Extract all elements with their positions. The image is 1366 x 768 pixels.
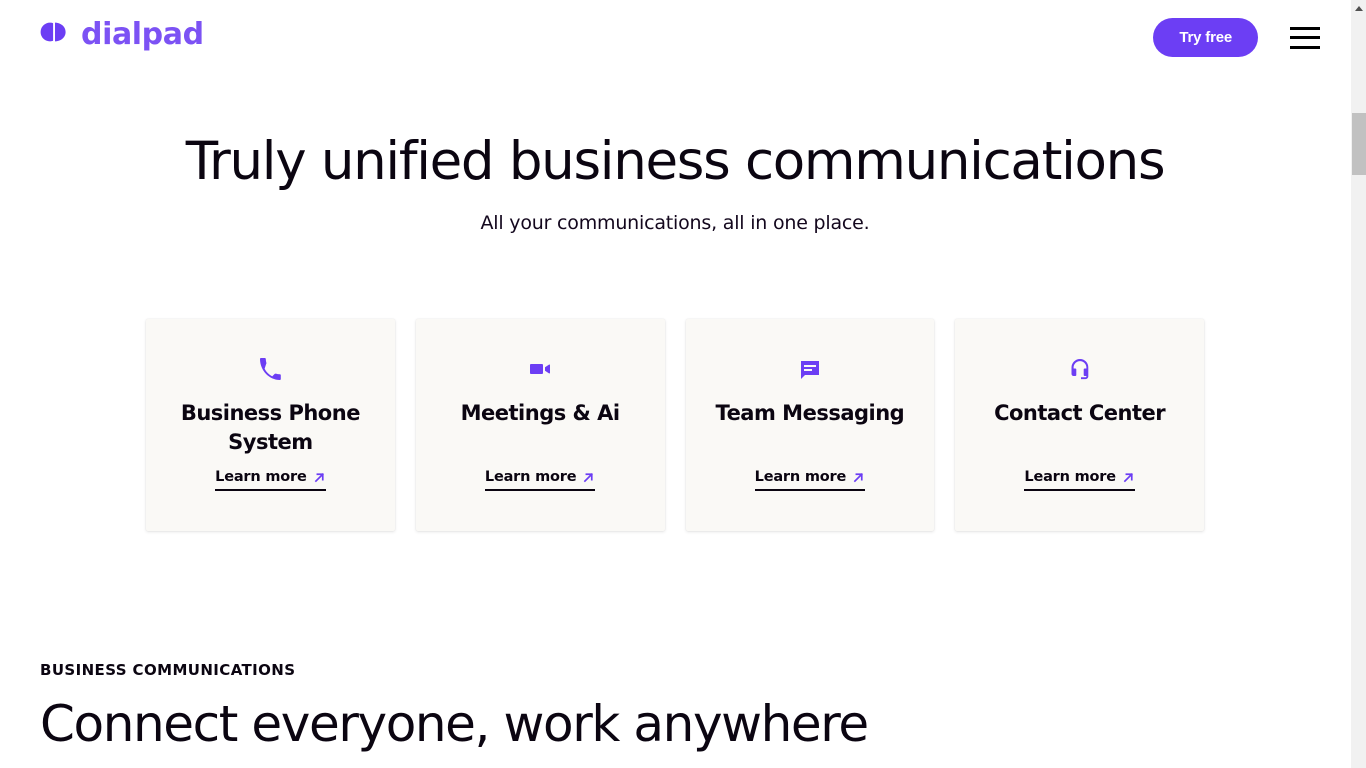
feature-card-team-messaging[interactable]: Team Messaging Learn more xyxy=(685,319,935,531)
section-heading: Connect everyone, work anywhere xyxy=(40,695,869,753)
site-header: dialpad Try free xyxy=(0,0,1350,75)
arrow-up-right-icon xyxy=(582,471,595,484)
phone-icon xyxy=(258,353,282,385)
card-title: Team Messaging xyxy=(715,401,905,425)
scrollbar-thumb[interactable] xyxy=(1352,113,1366,175)
header-actions: Try free xyxy=(1153,18,1320,57)
learn-more-label: Learn more xyxy=(484,469,577,485)
brand-logo[interactable]: dialpad xyxy=(40,18,204,51)
learn-more-link[interactable]: Learn more xyxy=(1024,468,1135,491)
hamburger-menu-icon[interactable] xyxy=(1290,26,1320,49)
feature-cards: Business Phone System Learn more Meeting… xyxy=(146,319,1204,531)
feature-card-business-phone-system[interactable]: Business Phone System Learn more xyxy=(146,319,395,531)
hamburger-bar-1 xyxy=(1290,26,1320,30)
hamburger-bar-3 xyxy=(1290,45,1320,49)
feature-card-contact-center[interactable]: Contact Center Learn more xyxy=(955,319,1204,531)
vertical-scrollbar[interactable] xyxy=(1350,0,1366,768)
learn-more-link[interactable]: Learn more xyxy=(484,468,596,491)
learn-more-link[interactable]: Learn more xyxy=(754,468,866,491)
section-eyebrow: BUSINESS COMMUNICATIONS xyxy=(40,661,296,679)
chat-bubble-icon xyxy=(798,353,822,385)
feature-card-meetings-and-ai[interactable]: Meetings & Ai Learn more xyxy=(415,319,665,531)
arrow-up-right-icon xyxy=(1122,471,1135,484)
card-title: Business Phone System xyxy=(180,401,361,454)
page-title: Truly unified business communications xyxy=(185,131,1166,192)
try-free-button[interactable]: Try free xyxy=(1153,18,1258,57)
scroll-up-arrow-icon[interactable] xyxy=(1351,0,1366,17)
learn-more-link[interactable]: Learn more xyxy=(215,468,326,491)
video-camera-icon xyxy=(528,353,552,385)
learn-more-label: Learn more xyxy=(1024,469,1116,485)
learn-more-label: Learn more xyxy=(215,469,307,485)
hero-subtitle: All your communications, all in one plac… xyxy=(480,212,870,234)
page-viewport: dialpad Try free Truly unified business … xyxy=(0,0,1350,768)
hamburger-bar-2 xyxy=(1290,36,1320,39)
hero-section: Truly unified business communications Al… xyxy=(0,130,1350,236)
arrow-up-right-icon xyxy=(852,471,865,484)
dialpad-logo-mark-icon xyxy=(40,18,72,51)
headset-icon xyxy=(1068,353,1092,385)
brand-name: dialpad xyxy=(81,16,204,52)
business-communications-section: BUSINESS COMMUNICATIONS Connect everyone… xyxy=(40,660,1240,754)
card-title: Meetings & Ai xyxy=(460,401,621,425)
learn-more-label: Learn more xyxy=(754,469,847,485)
card-title: Contact Center xyxy=(994,401,1166,425)
arrow-up-right-icon xyxy=(313,471,326,484)
